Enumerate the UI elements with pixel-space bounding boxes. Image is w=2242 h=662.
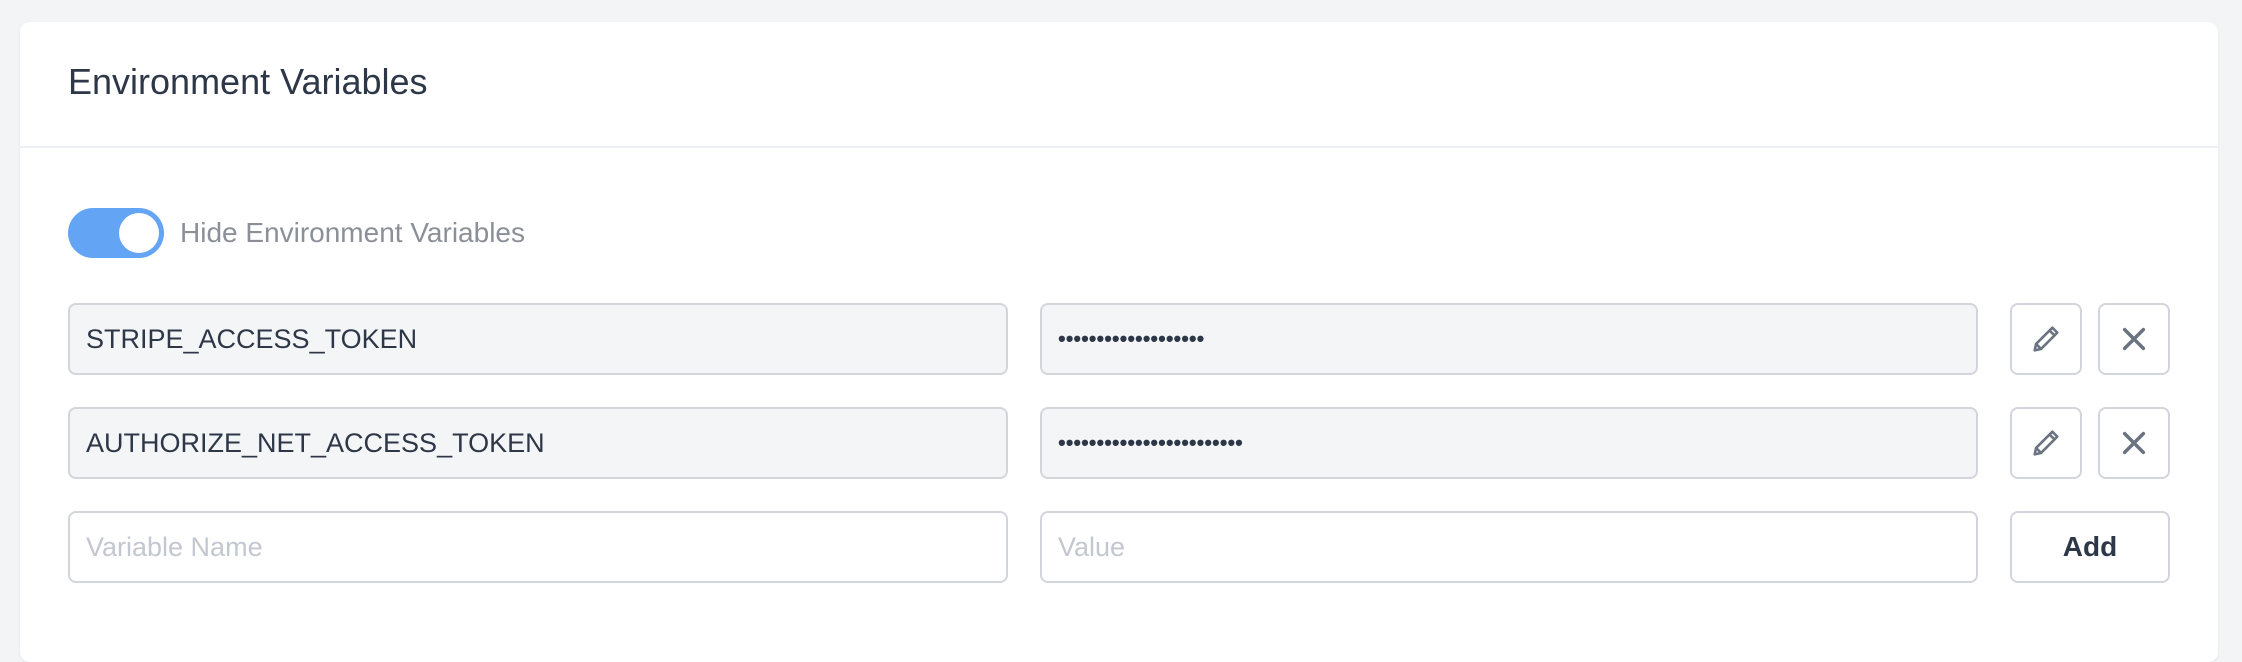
variable-value-input[interactable] (1040, 511, 1978, 583)
toggle-knob (119, 213, 159, 253)
remove-variable-button[interactable] (2098, 303, 2170, 375)
variable-row: STRIPE_ACCESS_TOKEN ••••••••••••••••••• (68, 303, 2170, 375)
variable-row: AUTHORIZE_NET_ACCESS_TOKEN •••••••••••••… (68, 407, 2170, 479)
variable-name-field[interactable]: STRIPE_ACCESS_TOKEN (68, 303, 1008, 375)
edit-variable-button[interactable] (2010, 303, 2082, 375)
add-variable-button[interactable]: Add (2010, 511, 2170, 583)
variable-value-field[interactable]: ••••••••••••••••••• (1040, 303, 1978, 375)
edit-variable-button[interactable] (2010, 407, 2082, 479)
hide-variables-toggle[interactable] (68, 208, 164, 258)
environment-variables-card: Environment Variables Hide Environment V… (20, 22, 2218, 662)
variable-value-field[interactable]: •••••••••••••••••••••••• (1040, 407, 1978, 479)
close-icon (2122, 431, 2146, 455)
variable-name-input[interactable] (68, 511, 1008, 583)
close-icon (2122, 327, 2146, 351)
new-variable-row: Add (68, 511, 2170, 583)
hide-variables-label: Hide Environment Variables (180, 217, 525, 248)
variable-name-field[interactable]: AUTHORIZE_NET_ACCESS_TOKEN (68, 407, 1008, 479)
pencil-icon (2033, 430, 2059, 456)
hide-variables-toggle-row: Hide Environment Variables (68, 208, 525, 258)
card-header: Environment Variables (20, 22, 2218, 148)
remove-variable-button[interactable] (2098, 407, 2170, 479)
card-title: Environment Variables (68, 61, 428, 102)
pencil-icon (2033, 326, 2059, 352)
